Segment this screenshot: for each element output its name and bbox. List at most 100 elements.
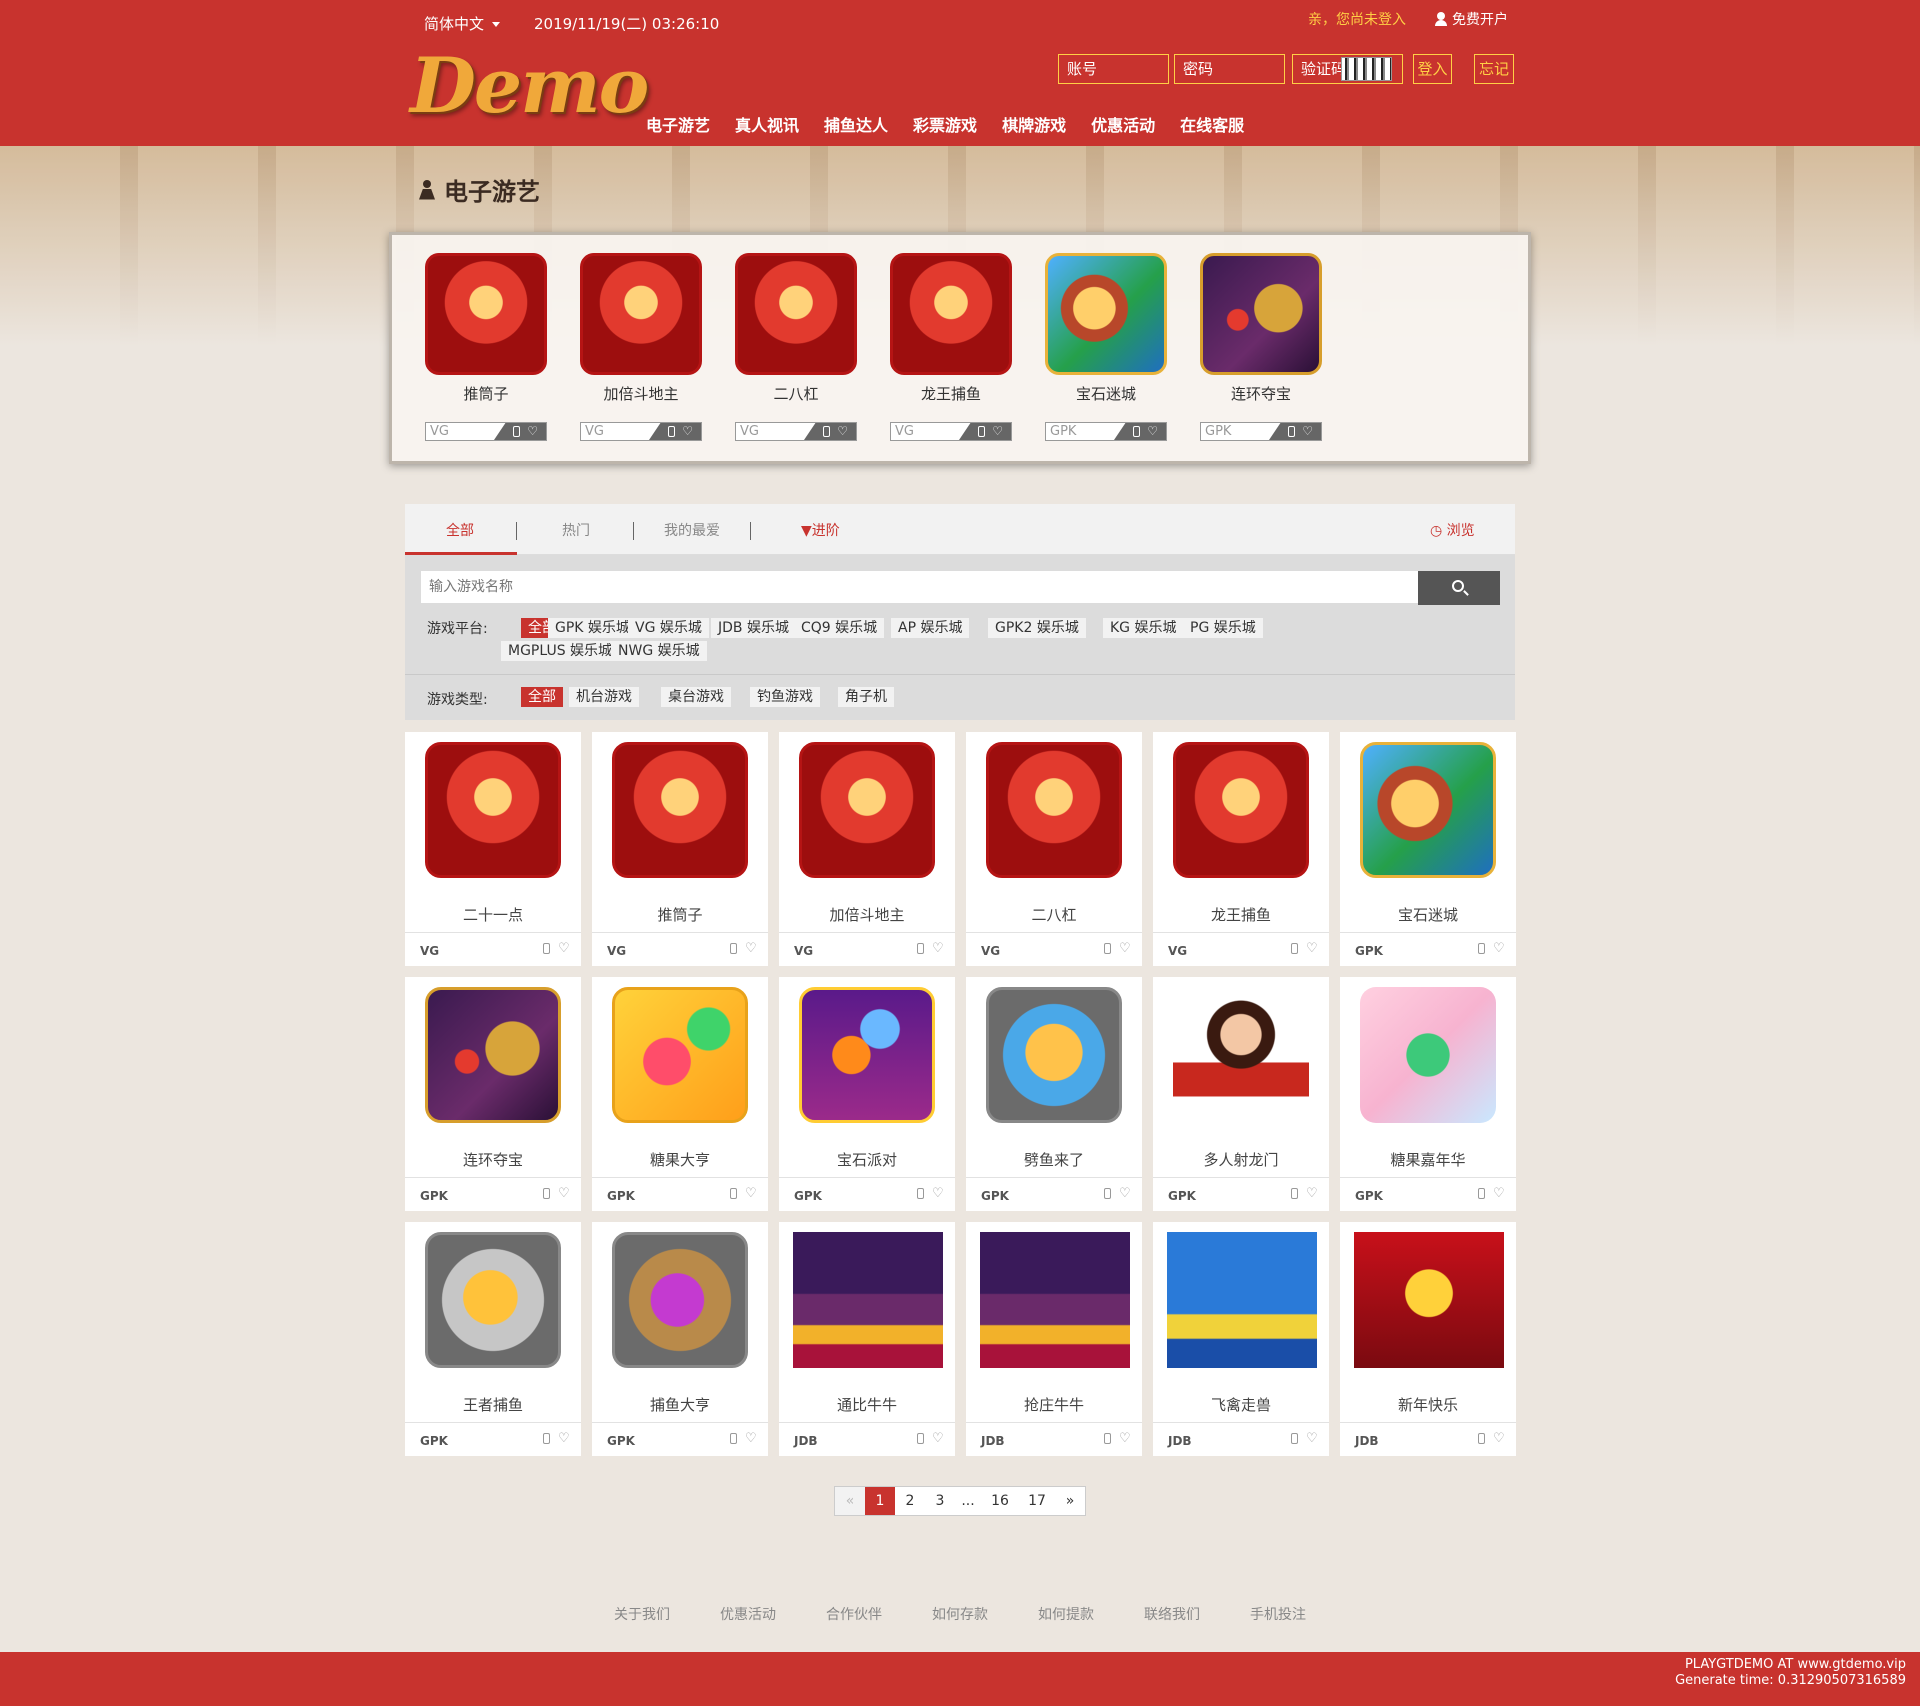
casino-icon[interactable] <box>890 253 1012 375</box>
featured-game-card[interactable]: 龙王捕鱼 VG ♡ <box>890 253 1012 441</box>
game-card[interactable]: 多人射龙门 GPK ♡ <box>1153 977 1329 1211</box>
page-number[interactable]: 1 <box>865 1487 895 1515</box>
game-search-input[interactable] <box>421 571 1421 603</box>
tab-browse[interactable]: ◷ 浏览 <box>1430 520 1475 540</box>
page-number[interactable]: 3 <box>925 1487 955 1515</box>
casino-icon[interactable] <box>986 742 1122 878</box>
featured-game-card[interactable]: 连环夺宝 GPK ♡ <box>1200 253 1322 441</box>
new-year-icon[interactable] <box>1354 1232 1504 1368</box>
prev-page-button[interactable]: « <box>835 1487 865 1515</box>
heart-icon[interactable]: ♡ <box>1306 1186 1318 1201</box>
heart-icon[interactable]: ♡ <box>682 425 693 437</box>
heart-icon[interactable]: ♡ <box>527 425 538 437</box>
account-field[interactable] <box>1058 54 1169 84</box>
game-card[interactable]: 加倍斗地主 VG ♡ <box>779 732 955 966</box>
footer-link[interactable]: 如何存款 <box>932 1604 988 1624</box>
platform-chip[interactable]: JDB 娱乐城 <box>711 618 796 638</box>
type-chip[interactable]: 全部 <box>521 687 563 707</box>
platform-chip[interactable]: GPK 娱乐城 <box>548 618 637 638</box>
gem-city-icon[interactable] <box>1045 253 1167 375</box>
heart-icon[interactable]: ♡ <box>745 941 757 956</box>
niuniu-icon[interactable] <box>980 1232 1130 1368</box>
type-chip[interactable]: 机台游戏 <box>569 687 639 707</box>
tab-hot[interactable]: 热门 <box>562 520 590 540</box>
type-chip[interactable]: 角子机 <box>838 687 894 707</box>
heart-icon[interactable]: ♡ <box>932 941 944 956</box>
casino-icon[interactable] <box>735 253 857 375</box>
casino-icon[interactable] <box>1173 742 1309 878</box>
heart-icon[interactable]: ♡ <box>1147 425 1158 437</box>
footer-link[interactable]: 手机投注 <box>1250 1604 1306 1624</box>
game-card[interactable]: 捕鱼大亨 GPK ♡ <box>592 1222 768 1456</box>
heart-icon[interactable]: ♡ <box>1119 1186 1131 1201</box>
platform-chip[interactable]: NWG 娱乐城 <box>611 641 707 661</box>
platform-chip[interactable]: VG 娱乐城 <box>628 618 709 638</box>
forgot-button[interactable]: 忘记 <box>1474 54 1514 84</box>
heart-icon[interactable]: ♡ <box>1493 941 1505 956</box>
heart-icon[interactable]: ♡ <box>1119 941 1131 956</box>
candy-carnival-icon[interactable] <box>1360 987 1496 1123</box>
nav-item-6[interactable]: 在线客服 <box>1180 112 1244 136</box>
tab-favorites[interactable]: 我的最爱 <box>664 520 720 540</box>
type-chip[interactable]: 桌台游戏 <box>661 687 731 707</box>
heart-icon[interactable]: ♡ <box>837 425 848 437</box>
page-number[interactable]: 2 <box>895 1487 925 1515</box>
password-field[interactable] <box>1174 54 1285 84</box>
game-card[interactable]: 新年快乐 JDB ♡ <box>1340 1222 1516 1456</box>
gem-city-icon[interactable] <box>1360 742 1496 878</box>
heart-icon[interactable]: ♡ <box>1302 425 1313 437</box>
game-card[interactable]: 通比牛牛 JDB ♡ <box>779 1222 955 1456</box>
footer-link[interactable]: 关于我们 <box>614 1604 670 1624</box>
heart-icon[interactable]: ♡ <box>745 1186 757 1201</box>
login-button[interactable]: 登入 <box>1413 54 1452 84</box>
heart-icon[interactable]: ♡ <box>558 1431 570 1446</box>
featured-game-card[interactable]: 加倍斗地主 VG ♡ <box>580 253 702 441</box>
nav-item-0[interactable]: 电子游艺 <box>646 112 710 136</box>
platform-chip[interactable]: PG 娱乐城 <box>1183 618 1263 638</box>
game-card[interactable]: 飞禽走兽 JDB ♡ <box>1153 1222 1329 1456</box>
heart-icon[interactable]: ♡ <box>745 1431 757 1446</box>
type-chip[interactable]: 钓鱼游戏 <box>750 687 820 707</box>
game-card[interactable]: 连环夺宝 GPK ♡ <box>405 977 581 1211</box>
game-card[interactable]: 抢庄牛牛 JDB ♡ <box>966 1222 1142 1456</box>
game-card[interactable]: 推筒子 VG ♡ <box>592 732 768 966</box>
nav-item-3[interactable]: 彩票游戏 <box>913 112 977 136</box>
heart-icon[interactable]: ♡ <box>932 1186 944 1201</box>
heart-icon[interactable]: ♡ <box>1493 1431 1505 1446</box>
game-card[interactable]: 宝石派对 GPK ♡ <box>779 977 955 1211</box>
tab-all[interactable]: 全部 <box>446 520 474 540</box>
birds-beasts-icon[interactable] <box>1167 1232 1317 1368</box>
featured-game-card[interactable]: 宝石迷城 GPK ♡ <box>1045 253 1167 441</box>
nav-item-2[interactable]: 捕鱼达人 <box>824 112 888 136</box>
heart-icon[interactable]: ♡ <box>558 941 570 956</box>
platform-chip[interactable]: GPK2 娱乐城 <box>988 618 1086 638</box>
heart-icon[interactable]: ♡ <box>1306 1431 1318 1446</box>
game-card[interactable]: 二八杠 VG ♡ <box>966 732 1142 966</box>
captcha-image[interactable] <box>1341 57 1392 81</box>
tab-advanced[interactable]: ▼进阶 <box>801 520 840 540</box>
gem-party-icon[interactable] <box>799 987 935 1123</box>
heart-icon[interactable]: ♡ <box>1493 1186 1505 1201</box>
heart-icon[interactable]: ♡ <box>932 1431 944 1446</box>
fish-icon[interactable] <box>986 987 1122 1123</box>
page-number[interactable]: 17 <box>1019 1487 1055 1515</box>
casino-icon[interactable] <box>799 742 935 878</box>
nav-item-5[interactable]: 优惠活动 <box>1091 112 1155 136</box>
nav-item-1[interactable]: 真人视讯 <box>735 112 799 136</box>
pirate-fish-icon[interactable] <box>612 1232 748 1368</box>
platform-chip[interactable]: KG 娱乐城 <box>1103 618 1184 638</box>
casino-icon[interactable] <box>425 253 547 375</box>
golden-fish-icon[interactable] <box>425 1232 561 1368</box>
footer-link[interactable]: 合作伙伴 <box>826 1604 882 1624</box>
footer-link[interactable]: 联络我们 <box>1144 1604 1200 1624</box>
game-card[interactable]: 劈鱼来了 GPK ♡ <box>966 977 1142 1211</box>
casino-icon[interactable] <box>580 253 702 375</box>
featured-game-card[interactable]: 二八杠 VG ♡ <box>735 253 857 441</box>
casino-icon[interactable] <box>425 742 561 878</box>
platform-chip[interactable]: AP 娱乐城 <box>891 618 970 638</box>
footer-link[interactable]: 如何提款 <box>1038 1604 1094 1624</box>
game-card[interactable]: 糖果大亨 GPK ♡ <box>592 977 768 1211</box>
heart-icon[interactable]: ♡ <box>1119 1431 1131 1446</box>
dragon-treasure-icon[interactable] <box>425 987 561 1123</box>
platform-chip[interactable]: CQ9 娱乐城 <box>794 618 885 638</box>
